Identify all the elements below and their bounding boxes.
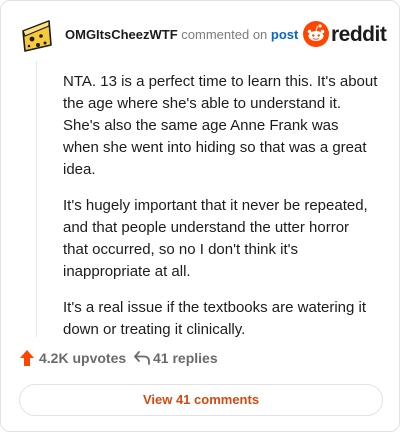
replies-label: 41 replies <box>153 350 218 366</box>
comment-card: OMGItsCheezWTF commented on post reddit … <box>0 0 400 432</box>
upvotes-label: 4.2K upvotes <box>39 350 127 366</box>
comment-header: OMGItsCheezWTF commented on post reddit <box>19 17 387 53</box>
comment-paragraph: It's hugely important that it never be r… <box>63 197 368 280</box>
comment-paragraph: It's a real issue if the textbooks are w… <box>63 299 367 338</box>
thread-line <box>36 61 37 337</box>
post-link[interactable]: post <box>271 27 298 42</box>
cheese-avatar-icon[interactable] <box>19 17 55 53</box>
comment-body: NTA. 13 is a perfect time to learn this.… <box>63 71 378 355</box>
reddit-snoo-icon <box>303 21 329 47</box>
comment-meta: OMGItsCheezWTF commented on post <box>65 27 298 43</box>
username[interactable]: OMGItsCheezWTF <box>65 27 178 42</box>
reddit-brand[interactable]: reddit <box>303 19 387 49</box>
reply-arrow-icon <box>134 351 150 365</box>
action-text: commented on <box>181 27 268 42</box>
brand-name: reddit <box>331 23 387 46</box>
comment-paragraph: NTA. 13 is a perfect time to learn this.… <box>63 73 378 178</box>
view-comments-button[interactable]: View 41 comments <box>19 384 383 416</box>
upvote-arrow-icon <box>20 350 34 366</box>
